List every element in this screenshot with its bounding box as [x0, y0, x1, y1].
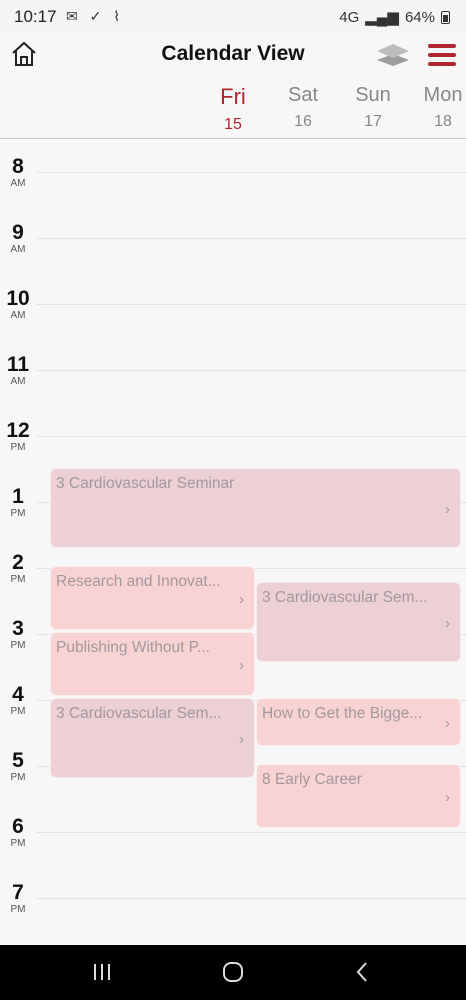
event-card[interactable]: 8 Early Career › — [256, 764, 461, 828]
back-icon[interactable] — [354, 959, 370, 985]
battery-percent: 64% — [404, 8, 435, 26]
event-card[interactable]: How to Get the Bigge... › — [256, 698, 461, 746]
hour-label: 10 AM — [6, 287, 30, 322]
home-nav-icon[interactable] — [222, 959, 244, 985]
chevron-right-icon: › — [445, 615, 450, 632]
chevron-right-icon: › — [445, 789, 450, 806]
hour-line — [36, 238, 466, 239]
day-header: Fri 15 Sat 16 Sun 17 Mon 18 — [0, 80, 466, 139]
hamburger-menu-icon[interactable] — [428, 44, 456, 66]
event-card[interactable]: 3 Cardiovascular Sem... › — [256, 582, 461, 662]
event-title: How to Get the Bigge... — [262, 705, 423, 722]
day-sat[interactable]: Sat 16 — [268, 84, 338, 131]
event-card[interactable]: Research and Innovat... › — [50, 566, 255, 630]
hour-label: 3 PM — [10, 617, 26, 652]
signal-icon: ▂▄▆ — [365, 9, 399, 26]
day-number: 16 — [294, 113, 312, 130]
day-sun[interactable]: Sun 17 — [338, 84, 408, 131]
hour-label: 11 AM — [6, 353, 30, 388]
network-indicator: 4G — [339, 8, 360, 26]
hour-label: 2 PM — [10, 551, 26, 586]
event-card[interactable]: Publishing Without P... › — [50, 632, 255, 696]
day-mon[interactable]: Mon 18 — [408, 84, 466, 131]
hour-line — [36, 304, 466, 305]
event-card[interactable]: 3 Cardiovascular Seminar › — [50, 468, 461, 548]
status-bar: 10:17 ✉ ✓ ⌇ 4G ▂▄▆ 64% — [0, 0, 466, 34]
day-number: 17 — [364, 113, 382, 130]
day-number: 15 — [224, 116, 242, 133]
event-title: 3 Cardiovascular Sem... — [262, 589, 428, 606]
notification-icons: ✉ ✓ ⌇ — [66, 8, 125, 24]
hour-label: 12 PM — [6, 419, 30, 454]
event-title: 3 Cardiovascular Seminar — [56, 475, 235, 492]
status-time: 10:17 — [14, 7, 57, 26]
hour-label: 5 PM — [10, 749, 26, 784]
hour-label: 8 AM — [10, 155, 26, 190]
battery-icon — [441, 10, 450, 24]
hour-label: 9 AM — [10, 221, 26, 256]
event-card[interactable]: 3 Cardiovascular Sem... › — [50, 698, 255, 778]
layers-icon[interactable] — [375, 42, 411, 68]
hour-line — [36, 436, 466, 437]
hour-line — [36, 172, 466, 173]
day-name: Fri — [220, 84, 246, 109]
hour-label: 6 PM — [10, 815, 26, 850]
day-fri[interactable]: Fri 15 — [198, 84, 268, 134]
event-title: Research and Innovat... — [56, 573, 221, 590]
system-nav-bar — [0, 945, 466, 1000]
time-grid: 8 AM 9 AM 10 AM 11 AM 12 PM 1 PM 2 PM 3 PM 4 PM 5… — [0, 140, 466, 945]
event-title: 3 Cardiovascular Sem... — [56, 705, 222, 722]
chevron-right-icon: › — [239, 591, 244, 608]
day-name: Sat — [287, 84, 319, 106]
chevron-right-icon: › — [239, 731, 244, 748]
hour-line — [36, 898, 466, 899]
hour-label: 1 PM — [10, 485, 26, 520]
day-name: Sun — [355, 84, 391, 106]
chevron-right-icon: › — [445, 715, 450, 732]
event-title: Publishing Without P... — [56, 639, 210, 656]
hour-line — [36, 370, 466, 371]
day-name: Mon — [423, 84, 463, 106]
hour-label: 7 PM — [10, 881, 26, 916]
chevron-right-icon: › — [445, 501, 450, 518]
app-header: Calendar View — [0, 34, 466, 78]
event-title: 8 Early Career — [262, 771, 362, 788]
chevron-right-icon: › — [239, 657, 244, 674]
hour-label: 4 PM — [10, 683, 26, 718]
recent-apps-icon[interactable] — [92, 959, 112, 985]
hour-line — [36, 832, 466, 833]
home-icon[interactable] — [10, 40, 38, 68]
day-number: 18 — [434, 113, 452, 130]
